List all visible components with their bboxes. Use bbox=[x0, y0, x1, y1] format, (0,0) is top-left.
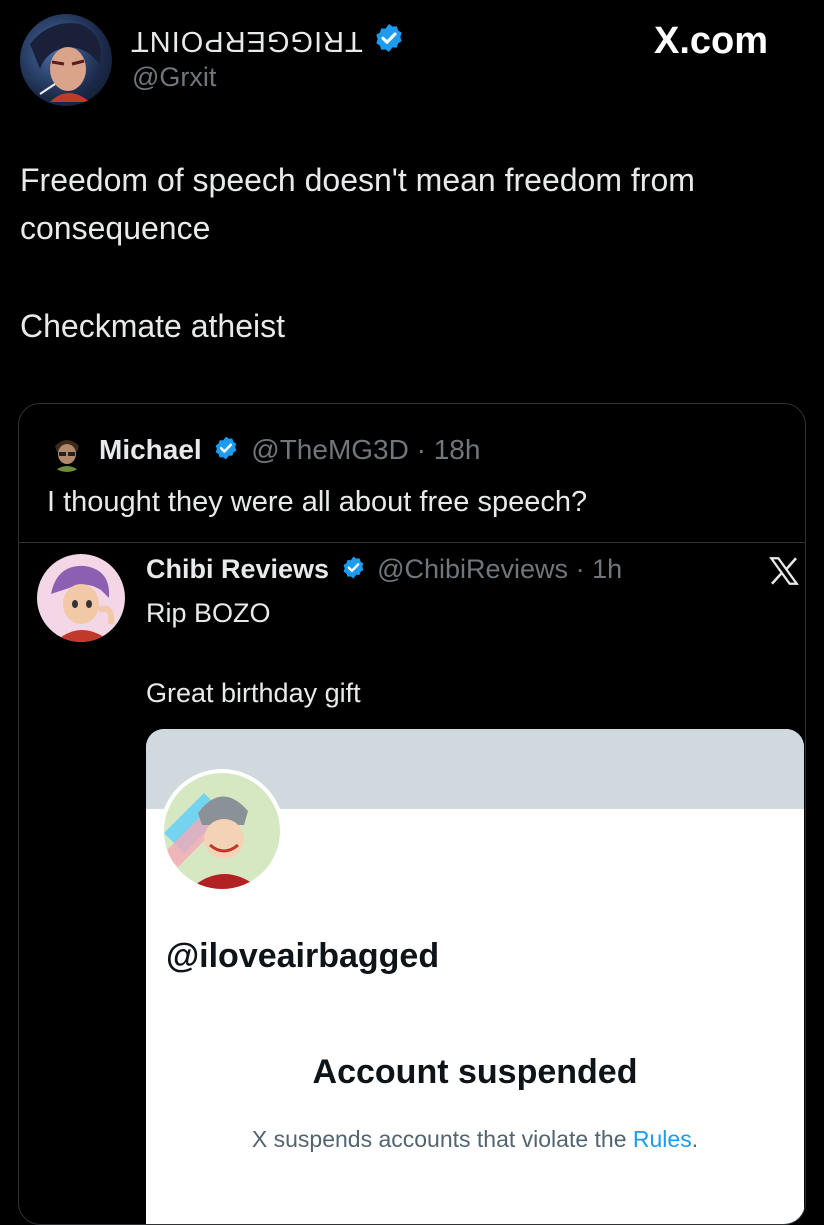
tweet-text-line-2: consequence bbox=[20, 210, 211, 246]
nested-author-avatar[interactable] bbox=[37, 554, 125, 642]
tweet-text-line-1: Freedom of speech doesn't mean freedom f… bbox=[20, 162, 695, 198]
suspended-message: X suspends accounts that violate the bbox=[251, 1126, 633, 1152]
author-handle[interactable]: @Grxit bbox=[132, 62, 216, 93]
suspended-account-image[interactable]: @iloveairbagged Account suspended X susp… bbox=[146, 729, 804, 1224]
tweet-text-line-3: Checkmate atheist bbox=[20, 308, 286, 344]
x-logo-icon bbox=[767, 554, 801, 593]
author-avatar[interactable] bbox=[20, 14, 112, 106]
suspended-message-end: . bbox=[691, 1126, 699, 1152]
nested-text-line-1: Rip BOZO bbox=[146, 598, 271, 628]
author-display-name[interactable]: TRIGGERPOINT bbox=[130, 24, 363, 57]
verified-badge-icon bbox=[341, 555, 366, 587]
quoted-tweet[interactable]: Michael @TheMG3D · 18h I thought they we… bbox=[18, 403, 806, 1225]
suspended-title: Account suspended bbox=[312, 1053, 638, 1091]
suspended-avatar bbox=[160, 769, 284, 893]
suspended-handle: @iloveairbagged bbox=[166, 937, 440, 975]
verified-badge-icon bbox=[373, 22, 405, 59]
quote-author-handle[interactable]: @TheMG3D bbox=[251, 434, 409, 465]
site-label: X.com bbox=[654, 20, 769, 62]
nested-author-handle[interactable]: @ChibiReviews bbox=[377, 554, 568, 584]
nested-author-name[interactable]: Chibi Reviews bbox=[146, 554, 329, 584]
nested-timestamp: · 1h bbox=[575, 554, 623, 584]
divider bbox=[19, 542, 805, 543]
nested-text-line-2: Great birthday gift bbox=[146, 678, 361, 708]
quote-author-name[interactable]: Michael bbox=[99, 434, 202, 465]
quote-author-avatar[interactable] bbox=[47, 432, 87, 472]
quote-timestamp: · 18h bbox=[416, 434, 481, 465]
verified-badge-icon bbox=[213, 435, 239, 468]
quote-text: I thought they were all about free speec… bbox=[47, 486, 588, 518]
rules-link[interactable]: Rules bbox=[633, 1126, 692, 1152]
